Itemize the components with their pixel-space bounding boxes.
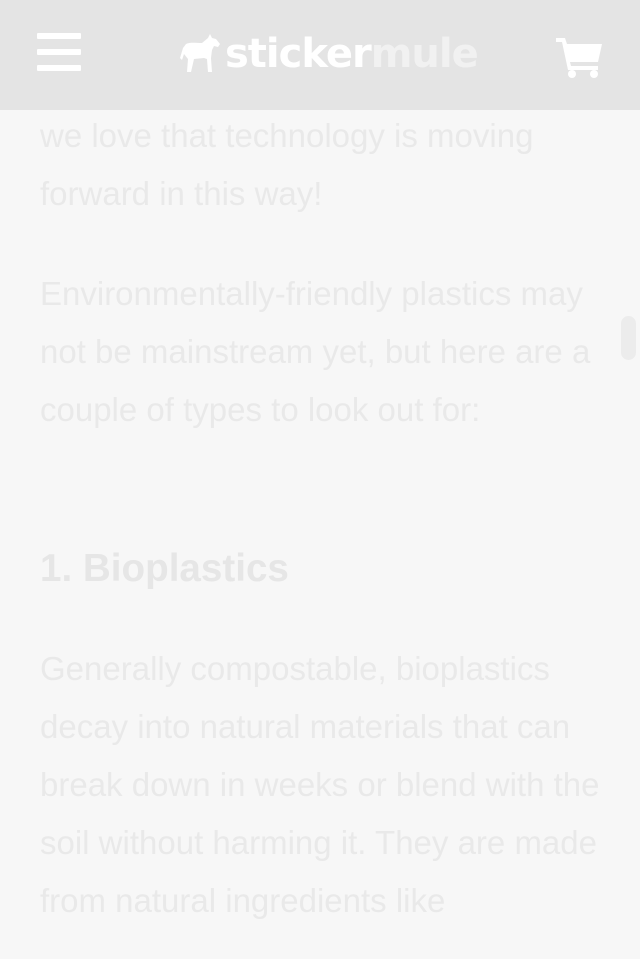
section-heading: 1. Bioplastics xyxy=(40,547,289,590)
top-navigation-bar: stickermule xyxy=(0,0,640,110)
logo-wordmark-primary: sticker xyxy=(225,31,372,77)
article-paragraph: Generally compostable, bioplastics decay… xyxy=(40,650,600,919)
logo-wordmark-secondary: mule xyxy=(370,31,479,77)
hamburger-icon-line xyxy=(37,65,81,71)
logo-wordmark: stickermule xyxy=(225,26,479,82)
hamburger-icon-line xyxy=(37,49,81,55)
article-paragraph: we love that technology is moving forwar… xyxy=(40,117,534,212)
menu-button[interactable] xyxy=(37,33,81,73)
stickermule-logo[interactable]: stickermule xyxy=(180,26,479,82)
article-paragraph: Environmentally-friendly plastics may no… xyxy=(40,275,591,428)
scrollbar-thumb[interactable] xyxy=(621,316,636,360)
cart-button[interactable] xyxy=(556,36,604,78)
mule-icon xyxy=(180,34,220,72)
hamburger-icon-line xyxy=(37,33,81,39)
page: stickermule we love that technology is m… xyxy=(0,0,640,959)
cart-icon xyxy=(556,38,602,78)
